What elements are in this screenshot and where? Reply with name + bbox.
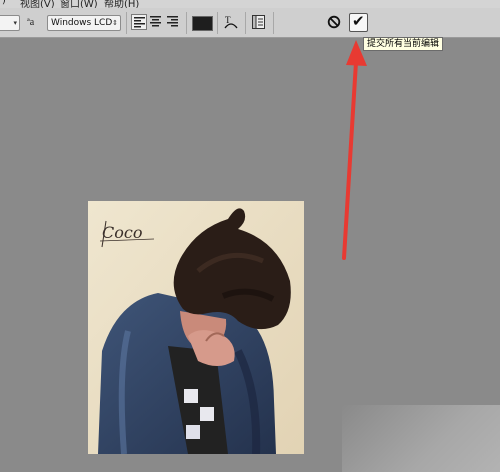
- checkmark-icon: ✔: [352, 12, 365, 30]
- menu-item-view[interactable]: 视图(V): [20, 0, 55, 8]
- updown-arrow-icon: ⇕: [112, 19, 118, 27]
- menu-bar: ) 视图(V) 窗口(W) 帮助(H): [0, 0, 500, 8]
- antialias-value: Windows LCD: [51, 18, 113, 28]
- menu-item-window[interactable]: 窗口(W): [60, 0, 98, 8]
- align-left-button[interactable]: [131, 14, 147, 30]
- align-right-button[interactable]: [165, 14, 181, 30]
- align-center-icon: [150, 16, 161, 27]
- divider: [186, 12, 187, 34]
- divider: [245, 12, 246, 34]
- font-size-dropdown[interactable]: ▾: [0, 15, 20, 31]
- character-panel-icon[interactable]: [252, 15, 265, 29]
- divider: [273, 12, 274, 34]
- divider: [126, 12, 127, 34]
- warp-text-icon[interactable]: T: [224, 14, 238, 30]
- signature-text: Coco: [102, 223, 142, 242]
- align-right-icon: [167, 16, 178, 27]
- align-center-button[interactable]: [148, 14, 164, 30]
- cancel-icon[interactable]: [327, 15, 341, 29]
- text-color-swatch[interactable]: [192, 16, 213, 31]
- divider: [217, 12, 218, 34]
- commit-tooltip: 提交所有当前编辑: [363, 37, 444, 51]
- align-left-icon: [134, 17, 145, 28]
- antialias-dropdown[interactable]: Windows LCD ⇕: [47, 15, 121, 31]
- options-bar: ▾ ªa Windows LCD ⇕ T ✔: [0, 8, 500, 38]
- commit-button[interactable]: ✔: [349, 12, 368, 32]
- menu-item-fragment[interactable]: ): [2, 0, 6, 6]
- watermark-overlay: [342, 405, 500, 472]
- chevron-down-icon: ▾: [13, 19, 17, 27]
- menu-item-help[interactable]: 帮助(H): [104, 0, 139, 8]
- portrait-painting: Coco: [88, 201, 304, 454]
- antialias-icon: ªa: [27, 17, 35, 28]
- canvas-image: Coco: [88, 201, 304, 454]
